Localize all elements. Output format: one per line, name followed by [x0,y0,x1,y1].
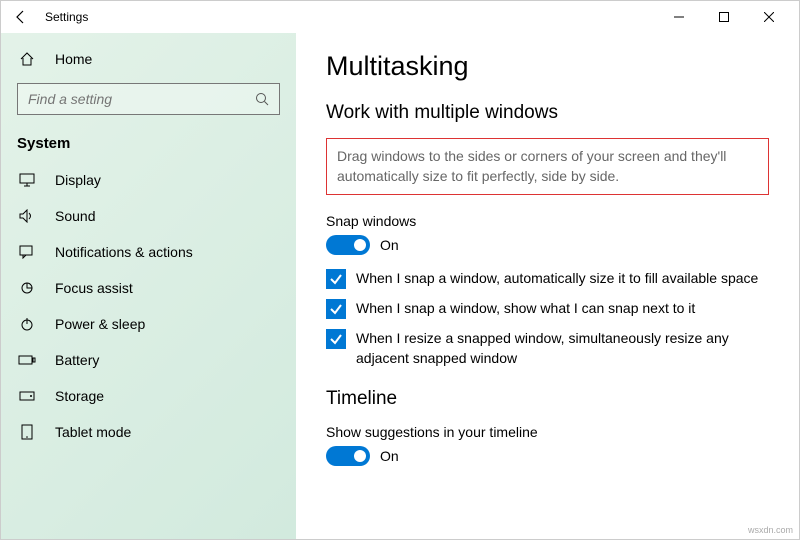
check-row-resize: When I resize a snapped window, simultan… [326,329,769,368]
power-icon [17,316,37,332]
watermark: wsxdn.com [748,525,793,535]
sidebar-item-sound[interactable]: Sound [1,198,296,234]
snap-windows-toggle[interactable] [326,235,370,255]
sidebar-item-display[interactable]: Display [1,162,296,198]
home-nav[interactable]: Home [1,41,296,77]
description-highlight: Drag windows to the sides or corners of … [326,138,769,195]
check-label: When I resize a snapped window, simultan… [356,329,769,368]
nav-label: Power & sleep [55,316,145,332]
minimize-icon [674,12,684,22]
section-system: System [1,125,296,162]
focus-icon [17,280,37,296]
nav-label: Notifications & actions [55,244,193,260]
sidebar-item-power[interactable]: Power & sleep [1,306,296,342]
nav-label: Tablet mode [55,424,131,440]
nav-label: Sound [55,208,95,224]
check-icon [329,272,343,286]
maximize-icon [719,12,729,22]
section-heading-windows: Work with multiple windows [326,102,769,124]
check-row-shownext: When I snap a window, show what I can sn… [326,299,769,319]
timeline-suggest-label: Show suggestions in your timeline [326,424,769,440]
timeline-suggest-toggle[interactable] [326,446,370,466]
sidebar-item-storage[interactable]: Storage [1,378,296,414]
checkbox-shownext[interactable] [326,299,346,319]
sidebar-item-notifications[interactable]: Notifications & actions [1,234,296,270]
checkbox-resize[interactable] [326,329,346,349]
snap-windows-state: On [380,237,399,253]
home-icon [17,51,37,67]
search-box[interactable] [17,83,280,115]
sidebar-item-tablet[interactable]: Tablet mode [1,414,296,450]
search-icon [255,92,269,106]
nav-label: Focus assist [55,280,133,296]
sidebar: Home System Display Sound Notifications … [1,33,296,539]
sound-icon [17,209,37,223]
notifications-icon [17,245,37,259]
check-row-autosize: When I snap a window, automatically size… [326,269,769,289]
display-icon [17,173,37,187]
check-icon [329,332,343,346]
close-button[interactable] [746,1,791,33]
maximize-button[interactable] [701,1,746,33]
arrow-left-icon [14,10,28,24]
nav-label: Display [55,172,101,188]
snap-windows-label: Snap windows [326,213,769,229]
search-input[interactable] [28,91,255,107]
main-panel: Multitasking Work with multiple windows … [296,33,799,539]
sidebar-item-battery[interactable]: Battery [1,342,296,378]
back-button[interactable] [9,5,33,29]
check-label: When I snap a window, show what I can sn… [356,299,695,319]
minimize-button[interactable] [656,1,701,33]
nav-label: Battery [55,352,99,368]
timeline-suggest-state: On [380,448,399,464]
section-heading-timeline: Timeline [326,388,769,410]
sidebar-item-focus[interactable]: Focus assist [1,270,296,306]
checkbox-autosize[interactable] [326,269,346,289]
window-controls [656,1,791,33]
close-icon [764,12,774,22]
battery-icon [17,354,37,366]
window-title: Settings [45,10,88,24]
check-label: When I snap a window, automatically size… [356,269,758,289]
storage-icon [17,390,37,402]
home-label: Home [55,51,92,67]
check-icon [329,302,343,316]
nav-label: Storage [55,388,104,404]
tablet-icon [17,424,37,440]
titlebar: Settings [1,1,799,33]
page-title: Multitasking [326,51,769,82]
